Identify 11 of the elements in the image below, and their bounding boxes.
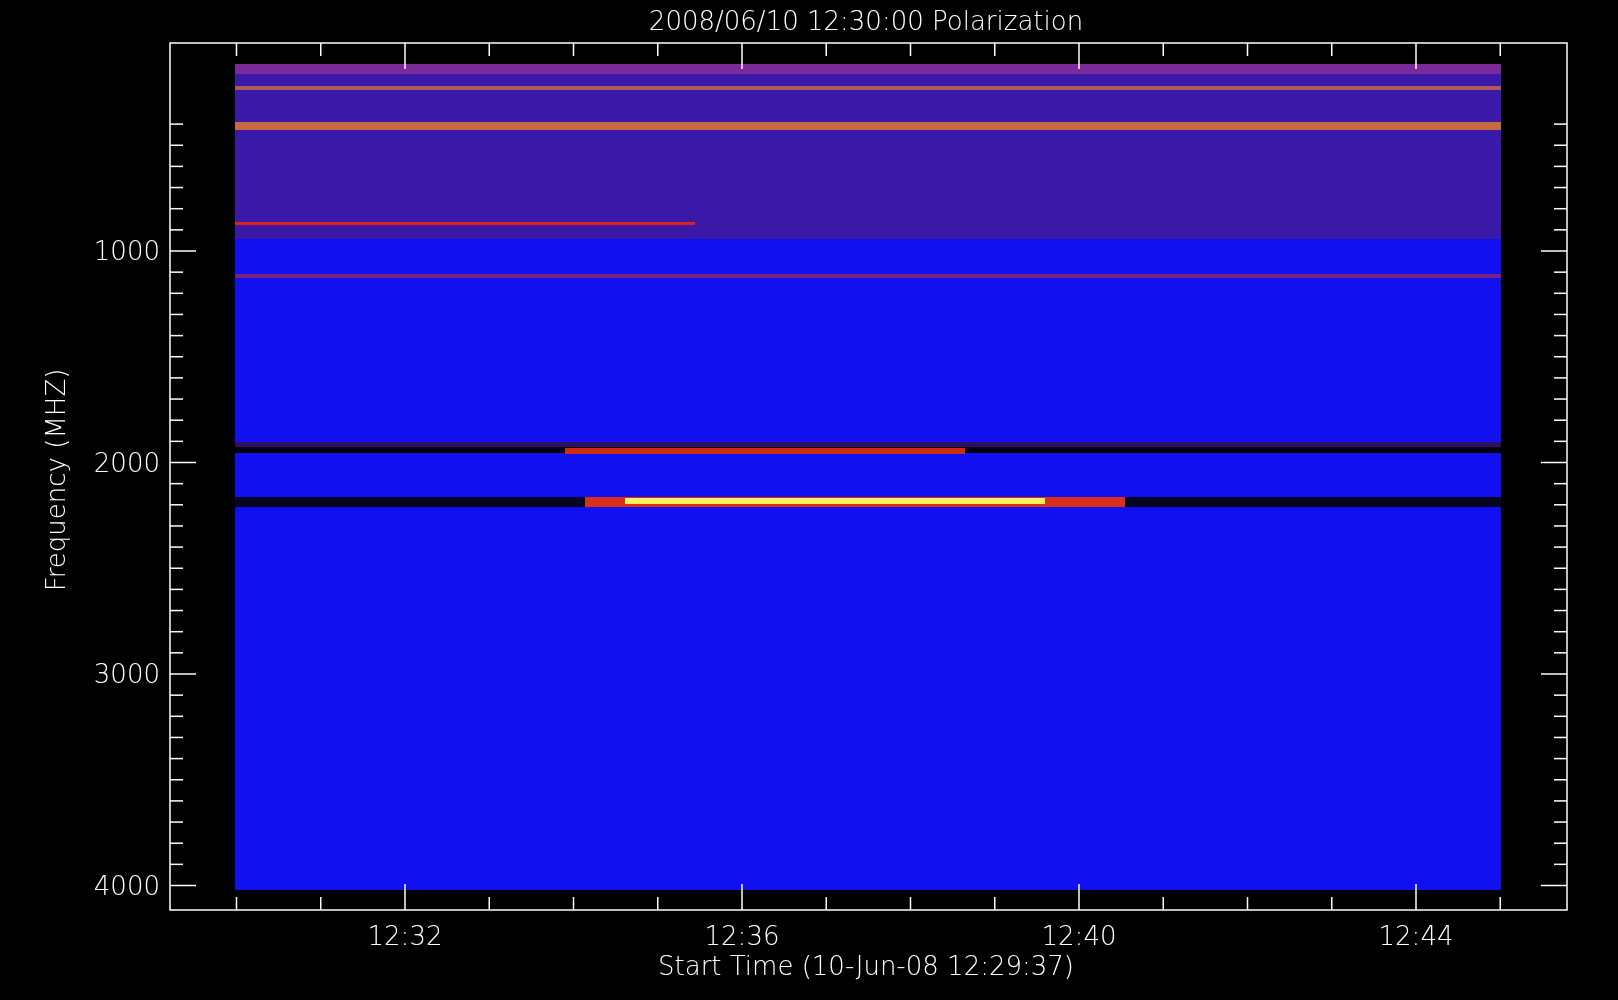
- tick-label: 3000: [93, 659, 160, 689]
- chart-title: 2008/06/10 12:30:00 Polarization: [648, 6, 1084, 36]
- tick-label: 12:40: [1041, 921, 1117, 951]
- tick-label: 4000: [93, 870, 160, 901]
- tick-label: 1000: [93, 236, 160, 266]
- tick-label: 12:32: [367, 921, 443, 951]
- tick-label: 12:36: [704, 921, 780, 951]
- tick-label: 12:44: [1378, 921, 1454, 951]
- axis-label: Start Time (10-Jun-08 12:29:37): [658, 951, 1074, 981]
- tick-label: 2000: [93, 447, 160, 478]
- axis-label: Frequency (MHZ): [41, 368, 71, 592]
